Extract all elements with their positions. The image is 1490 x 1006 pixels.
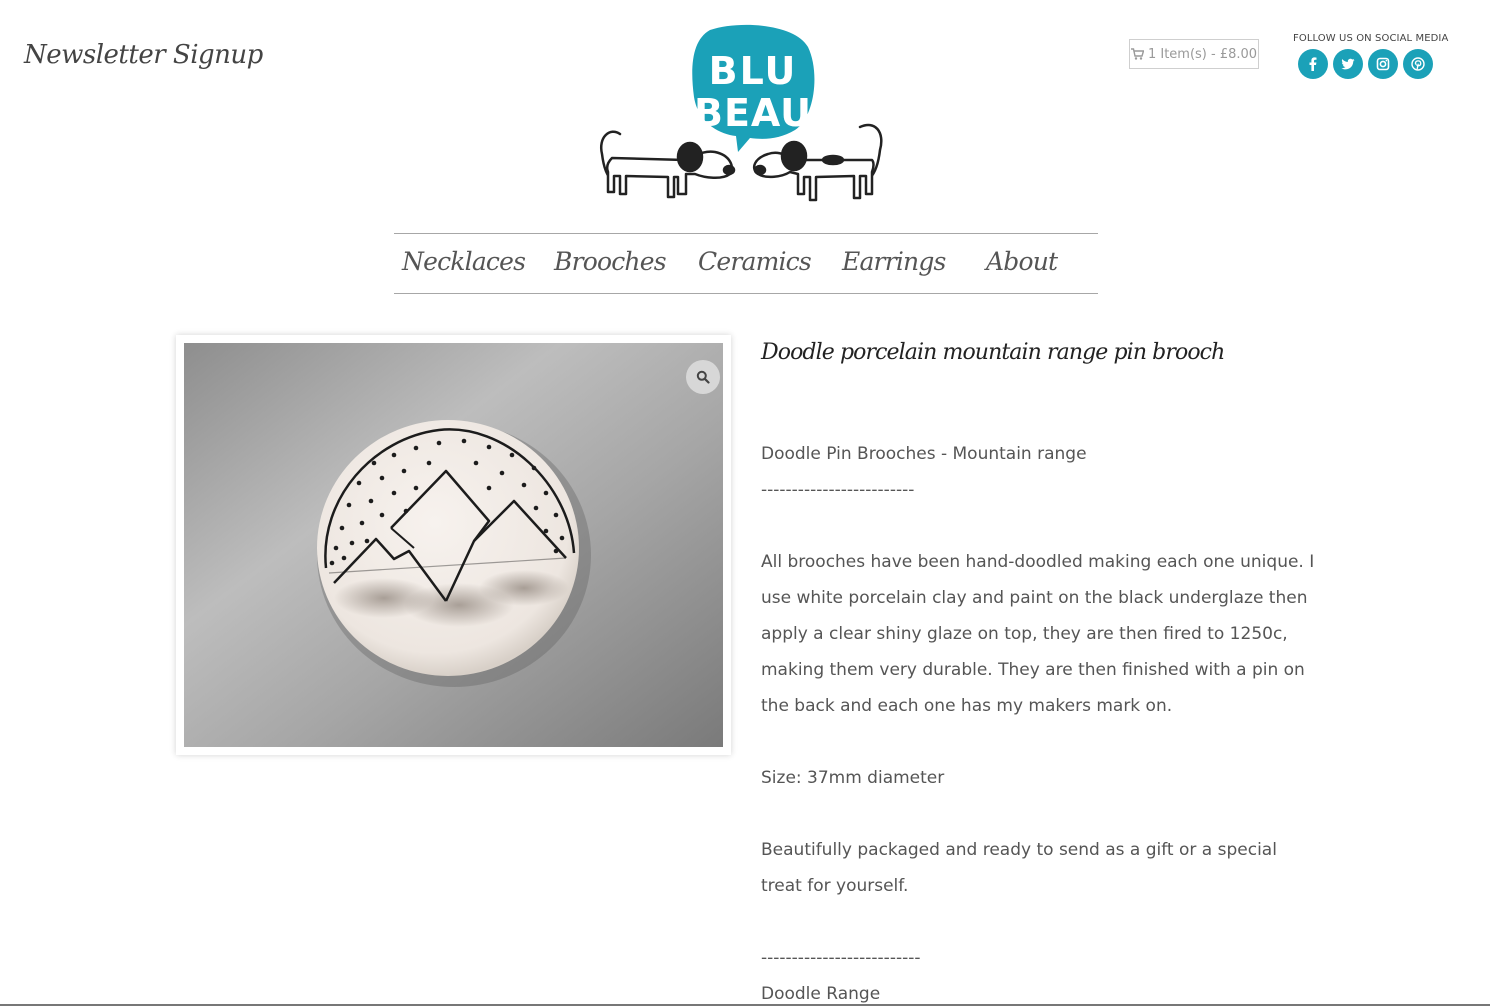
- blu-beau-logo[interactable]: BLU BEAU: [590, 22, 890, 212]
- nav-item-ceramics[interactable]: Ceramics: [698, 247, 812, 276]
- product-description: All brooches have been hand-doodled maki…: [761, 552, 1315, 716]
- doodle-range-label: Doodle Range: [761, 984, 881, 1004]
- divider-text-2: --------------------------: [761, 948, 921, 968]
- magnifier-icon: [696, 370, 710, 384]
- logo-text-line2: BEAU: [694, 91, 812, 135]
- zoom-button[interactable]: [686, 360, 720, 394]
- cart-button[interactable]: 1 Item(s) - £8.00: [1129, 39, 1259, 69]
- product-image[interactable]: [184, 343, 723, 747]
- divider-text-1: -------------------------: [761, 480, 915, 500]
- nav-item-earrings[interactable]: Earrings: [842, 247, 946, 276]
- logo-text-line1: BLU: [709, 49, 798, 93]
- product-image-frame: [176, 335, 731, 755]
- pinterest-icon[interactable]: [1403, 49, 1433, 79]
- cart-label: 1 Item(s) - £8.00: [1147, 46, 1258, 62]
- nav-item-necklaces[interactable]: Necklaces: [402, 247, 526, 276]
- facebook-icon[interactable]: [1298, 49, 1328, 79]
- nav-item-about[interactable]: About: [986, 247, 1058, 276]
- product-packaging: Beautifully packaged and ready to send a…: [761, 840, 1277, 896]
- shopping-cart-icon: [1130, 48, 1144, 60]
- page: Newsletter Signup BLU BEAU 1 Item(s) - £…: [0, 0, 1490, 1006]
- social-icons: [1298, 49, 1433, 79]
- twitter-icon[interactable]: [1333, 49, 1363, 79]
- social-title: FOLLOW US ON SOCIAL MEDIA: [1293, 33, 1449, 44]
- nav-item-brooches[interactable]: Brooches: [554, 247, 667, 276]
- product-subtitle: Doodle Pin Brooches - Mountain range: [761, 444, 1087, 464]
- instagram-icon[interactable]: [1368, 49, 1398, 79]
- product-size: Size: 37mm diameter: [761, 768, 945, 788]
- newsletter-signup-link[interactable]: Newsletter Signup: [24, 40, 263, 70]
- product-title: Doodle porcelain mountain range pin broo…: [761, 340, 1225, 365]
- main-nav: Necklaces Brooches Ceramics Earrings Abo…: [394, 233, 1098, 294]
